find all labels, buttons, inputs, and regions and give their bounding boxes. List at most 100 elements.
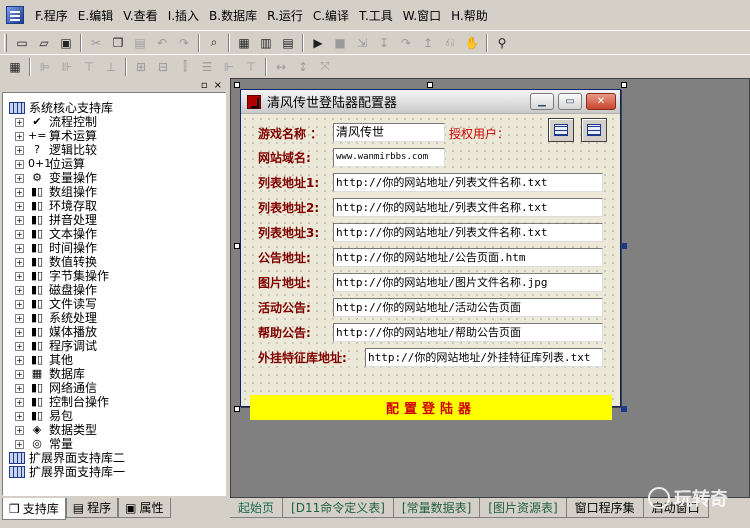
- expand-icon[interactable]: +: [15, 243, 24, 253]
- toolbox-button-2[interactable]: [581, 118, 607, 142]
- center-horizontal-icon[interactable]: ⊞: [130, 57, 152, 77]
- tree-root-ext1[interactable]: 扩展界面支持库一: [3, 465, 225, 479]
- tab-dll-commands[interactable]: [D11命令定义表]: [283, 498, 394, 518]
- tree-root-core[interactable]: 系统核心支持库: [3, 101, 225, 115]
- layout-window-icon[interactable]: ▦: [233, 33, 255, 53]
- tree-item[interactable]: + += 算术运算: [3, 129, 225, 143]
- menu-compile[interactable]: C.编译: [308, 7, 354, 24]
- tab-window-assembly[interactable]: 窗口程序集: [566, 498, 644, 518]
- menu-help[interactable]: H.帮助: [446, 7, 493, 24]
- menu-insert[interactable]: I.插入: [163, 7, 204, 24]
- expand-icon[interactable]: +: [15, 257, 24, 267]
- toolbar-grip[interactable]: [4, 33, 7, 52]
- notice-field[interactable]: http://你的网站地址/公告页面.htm: [333, 248, 603, 267]
- cut-icon[interactable]: ✂: [85, 33, 107, 53]
- tree-item[interactable]: + ▮▯ 数组操作: [3, 185, 225, 199]
- tree-item[interactable]: + ⚙ 变量操作: [3, 171, 225, 185]
- undo-icon[interactable]: ↶: [151, 33, 173, 53]
- resize-handle[interactable]: [621, 406, 627, 412]
- resize-handle[interactable]: [621, 82, 627, 88]
- maximize-button[interactable]: ▭: [558, 93, 582, 110]
- align-left-icon[interactable]: ⊫: [34, 57, 56, 77]
- tree-item[interactable]: + ▮▯ 字节集操作: [3, 269, 225, 283]
- watch-icon[interactable]: ⎌: [439, 33, 461, 53]
- tree-item[interactable]: + ▮▯ 网络通信: [3, 381, 225, 395]
- expand-icon[interactable]: +: [15, 215, 24, 225]
- grid-toggle-icon[interactable]: ▦: [4, 57, 26, 77]
- tree-item[interactable]: + ▮▯ 系统处理: [3, 311, 225, 325]
- tree-item[interactable]: + ▮▯ 文本操作: [3, 227, 225, 241]
- tree-item[interactable]: + ▮▯ 磁盘操作: [3, 283, 225, 297]
- minimize-button[interactable]: ▁: [530, 93, 554, 110]
- expand-icon[interactable]: +: [15, 285, 24, 295]
- same-size-icon[interactable]: ⤧: [314, 57, 336, 77]
- tree-item[interactable]: +0+1 位运算: [3, 157, 225, 171]
- domain-field[interactable]: www.wanmirbbs.com: [333, 148, 445, 167]
- tab-program[interactable]: ▤ 程序: [65, 498, 119, 518]
- tree-item[interactable]: +? 逻辑比较: [3, 143, 225, 157]
- redo-icon[interactable]: ↷: [173, 33, 195, 53]
- expand-icon[interactable]: +: [15, 341, 24, 351]
- space-horizontal-icon[interactable]: ⫿: [174, 57, 196, 77]
- step-icon[interactable]: ⇲: [351, 33, 373, 53]
- expand-icon[interactable]: +: [15, 229, 24, 239]
- menu-run[interactable]: R.运行: [262, 7, 308, 24]
- menu-edit[interactable]: E.编辑: [73, 7, 118, 24]
- align-center-icon[interactable]: ⊪: [56, 57, 78, 77]
- game-name-field[interactable]: 清风传世: [333, 123, 445, 142]
- tree-item[interactable]: + ▮▯ 媒体播放: [3, 325, 225, 339]
- expand-icon[interactable]: +: [15, 425, 24, 435]
- tree-item[interactable]: + ▮▯ 数值转换: [3, 255, 225, 269]
- space-vertical-icon[interactable]: ☰: [196, 57, 218, 77]
- tree-item[interactable]: + ▮▯ 控制台操作: [3, 395, 225, 409]
- list1-field[interactable]: http://你的网站地址/列表文件名称.txt: [333, 173, 603, 192]
- distribute-icon[interactable]: ⊩: [218, 57, 240, 77]
- menu-program[interactable]: F.程序: [30, 7, 73, 24]
- paste-icon[interactable]: ▤: [129, 33, 151, 53]
- same-height-icon[interactable]: ↕: [292, 57, 314, 77]
- expand-icon[interactable]: +: [15, 271, 24, 281]
- tree-item[interactable]: + ▮▯ 其他: [3, 353, 225, 367]
- hand-icon[interactable]: ✋: [461, 33, 483, 53]
- expand-icon[interactable]: +: [15, 355, 24, 365]
- expand-icon[interactable]: +: [15, 173, 24, 183]
- menu-window[interactable]: W.窗口: [398, 7, 446, 24]
- help-field[interactable]: http://你的网站地址/帮助公告页面: [333, 323, 603, 342]
- run-icon[interactable]: ▶: [307, 33, 329, 53]
- tree-item[interactable]: + ✔ 流程控制: [3, 115, 225, 129]
- expand-icon[interactable]: +: [15, 439, 24, 449]
- tree-item[interactable]: + ▮▯ 时间操作: [3, 241, 225, 255]
- layout-split-icon[interactable]: ▥: [255, 33, 277, 53]
- tree-item[interactable]: + ▦ 数据库: [3, 367, 225, 381]
- tree-root-ext2[interactable]: 扩展界面支持库二: [3, 451, 225, 465]
- expand-icon[interactable]: +: [15, 117, 24, 127]
- same-width-icon[interactable]: ↔: [270, 57, 292, 77]
- tree-item[interactable]: + ◎ 常量: [3, 437, 225, 451]
- menu-tools[interactable]: T.工具: [354, 7, 398, 24]
- tab-constants[interactable]: [常量数据表]: [393, 498, 481, 518]
- tree-item[interactable]: + ▮▯ 程序调试: [3, 339, 225, 353]
- align-bottom-icon[interactable]: ⊥: [100, 57, 122, 77]
- tab-support-library[interactable]: ❒ 支持库: [2, 498, 66, 520]
- step-out-icon[interactable]: ↥: [417, 33, 439, 53]
- expand-icon[interactable]: +: [15, 383, 24, 393]
- expand-icon[interactable]: +: [15, 369, 24, 379]
- copy-icon[interactable]: ❐: [107, 33, 129, 53]
- expand-icon[interactable]: +: [15, 201, 24, 211]
- expand-icon[interactable]: +: [15, 299, 24, 309]
- distribute-vertical-icon[interactable]: ⊤: [240, 57, 262, 77]
- tab-start-page[interactable]: 起始页: [230, 498, 284, 518]
- cheat-db-field[interactable]: http://你的网站地址/外挂特征库列表.txt: [365, 348, 603, 367]
- save-icon[interactable]: ▣: [55, 33, 77, 53]
- resize-handle[interactable]: [427, 82, 433, 88]
- stop-icon[interactable]: ■: [329, 33, 351, 53]
- tab-startup-window[interactable]: 启动窗口: [643, 498, 709, 518]
- step-over-icon[interactable]: ↷: [395, 33, 417, 53]
- list3-field[interactable]: http://你的网站地址/列表文件名称.txt: [333, 223, 603, 242]
- open-folder-icon[interactable]: ▱: [33, 33, 55, 53]
- window-titlebar[interactable]: 清风传世登陆器配置器 ▁ ▭ ✕: [241, 90, 620, 114]
- launcher-config-window[interactable]: 清风传世登陆器配置器 ▁ ▭ ✕ 游戏名称 ： 清风传世 授权用户： 网站域名:…: [240, 89, 621, 420]
- tab-properties[interactable]: ▣ 属性: [118, 498, 171, 518]
- activity-field[interactable]: http://你的网站地址/活动公告页面: [333, 298, 603, 317]
- expand-icon[interactable]: +: [15, 131, 24, 141]
